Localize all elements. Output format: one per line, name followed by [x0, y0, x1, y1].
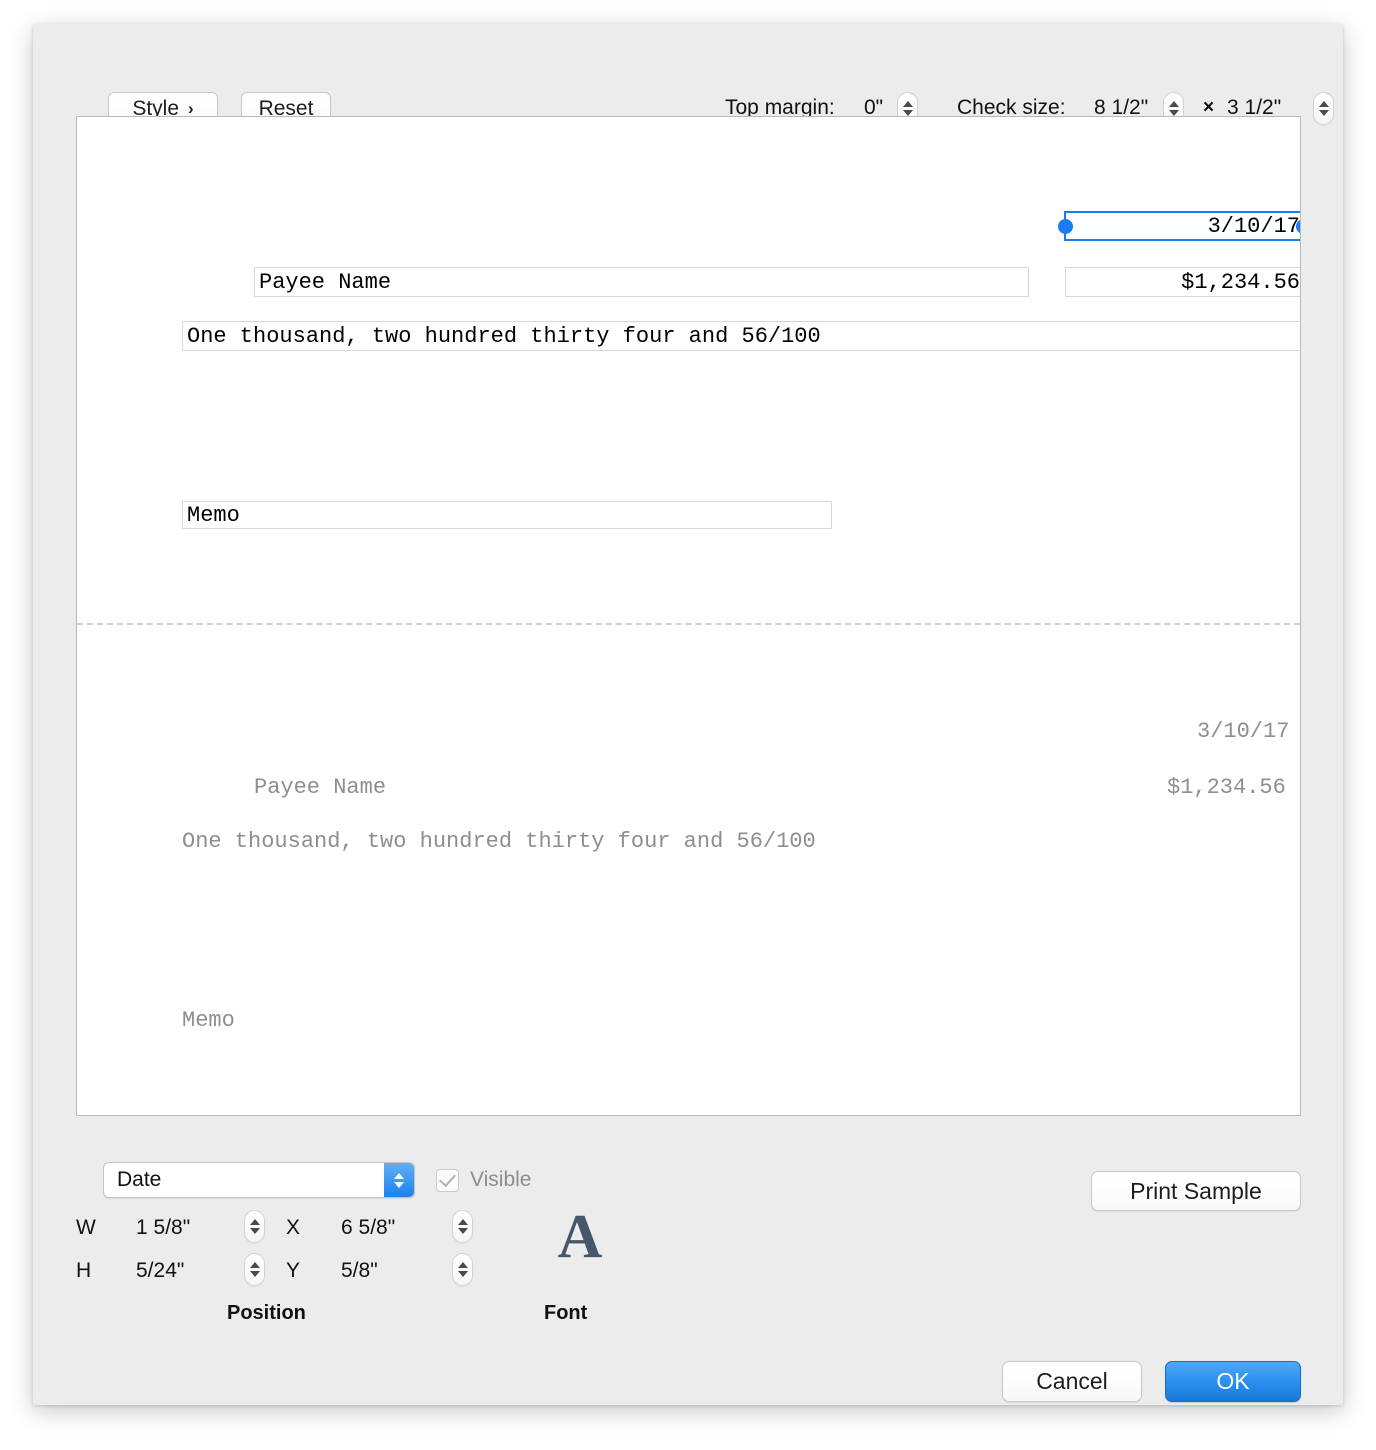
y-stepper[interactable]: [452, 1253, 473, 1286]
check-field-payee[interactable]: Payee Name: [254, 267, 1029, 297]
chevron-up-icon: [458, 1262, 468, 1268]
visible-checkbox-label: Visible: [470, 1168, 531, 1192]
chevron-down-icon: [250, 1271, 260, 1277]
check-field-date-text: 3/10/17: [1208, 214, 1301, 239]
check-field-amount-text: $1,234.56: [1177, 270, 1301, 295]
height-value[interactable]: 5/24": [136, 1259, 184, 1283]
y-value[interactable]: 5/8": [341, 1259, 378, 1283]
x-label: X: [286, 1216, 300, 1240]
chevron-down-icon: [458, 1271, 468, 1277]
field-selector-dropdown[interactable]: Date: [103, 1162, 415, 1198]
check-preview-canvas[interactable]: 3/10/17 Payee Name $1,234.56 One thousan…: [76, 116, 1301, 1116]
check-field-amount-words[interactable]: One thousand, two hundred thirty four an…: [182, 321, 1301, 351]
field-selector-value: Date: [104, 1168, 161, 1192]
chevron-updown-icon: [384, 1163, 414, 1197]
width-value[interactable]: 1 5/8": [136, 1216, 190, 1240]
height-label: H: [76, 1259, 91, 1283]
inspector-panel: Date Visible W 1 5/8" X 6 5/8" H 5/24": [33, 1116, 1343, 1405]
stub-payee: Payee Name: [254, 775, 386, 800]
check-field-memo-text: Memo: [183, 503, 244, 528]
stub-memo: Memo: [182, 1008, 235, 1033]
font-group-label: Font: [544, 1302, 587, 1325]
chevron-up-icon: [903, 101, 913, 107]
check-layout-dialog: Style › Reset Top margin: 0" Check size:…: [33, 24, 1343, 1405]
width-label: W: [76, 1216, 96, 1240]
check-field-amount[interactable]: $1,234.56: [1065, 267, 1301, 297]
resize-handle-right[interactable]: [1296, 219, 1301, 234]
print-sample-button[interactable]: Print Sample: [1091, 1171, 1301, 1211]
checkmark-icon: [439, 1169, 456, 1186]
chevron-up-icon: [1169, 101, 1179, 107]
chevron-down-icon: [458, 1228, 468, 1234]
resize-handle-left[interactable]: [1058, 219, 1073, 234]
check-field-amount-words-text: One thousand, two hundred thirty four an…: [183, 324, 825, 349]
height-stepper[interactable]: [244, 1253, 265, 1286]
chevron-up-icon: [1319, 101, 1329, 107]
ok-button[interactable]: OK: [1165, 1361, 1301, 1402]
visible-checkbox-row[interactable]: Visible: [436, 1168, 531, 1192]
ok-button-label: OK: [1216, 1368, 1249, 1395]
cancel-button[interactable]: Cancel: [1002, 1361, 1142, 1402]
width-stepper[interactable]: [244, 1210, 265, 1243]
stub-date: 3/10/17: [1197, 719, 1289, 744]
cancel-button-label: Cancel: [1036, 1368, 1108, 1395]
chevron-up-icon: [250, 1219, 260, 1225]
x-value[interactable]: 6 5/8": [341, 1216, 395, 1240]
chevron-down-icon: [250, 1228, 260, 1234]
check-stub-separator: [77, 623, 1300, 625]
chevron-down-icon: [1319, 110, 1329, 116]
print-sample-label: Print Sample: [1130, 1178, 1262, 1205]
chevron-up-icon: [250, 1262, 260, 1268]
check-field-date[interactable]: 3/10/17: [1064, 211, 1301, 241]
x-stepper[interactable]: [452, 1210, 473, 1243]
check-field-payee-text: Payee Name: [255, 270, 395, 295]
check-field-memo[interactable]: Memo: [182, 501, 832, 529]
font-icon[interactable]: A: [545, 1206, 615, 1268]
chevron-up-icon: [458, 1219, 468, 1225]
toolbar: Style › Reset Top margin: 0" Check size:…: [33, 24, 1343, 116]
stub-amount-words: One thousand, two hundred thirty four an…: [182, 829, 816, 854]
y-label: Y: [286, 1259, 300, 1283]
visible-checkbox[interactable]: [436, 1169, 459, 1192]
check-height-stepper[interactable]: [1313, 92, 1334, 125]
stub-amount: $1,234.56: [1167, 775, 1286, 800]
position-group-label: Position: [227, 1302, 306, 1325]
